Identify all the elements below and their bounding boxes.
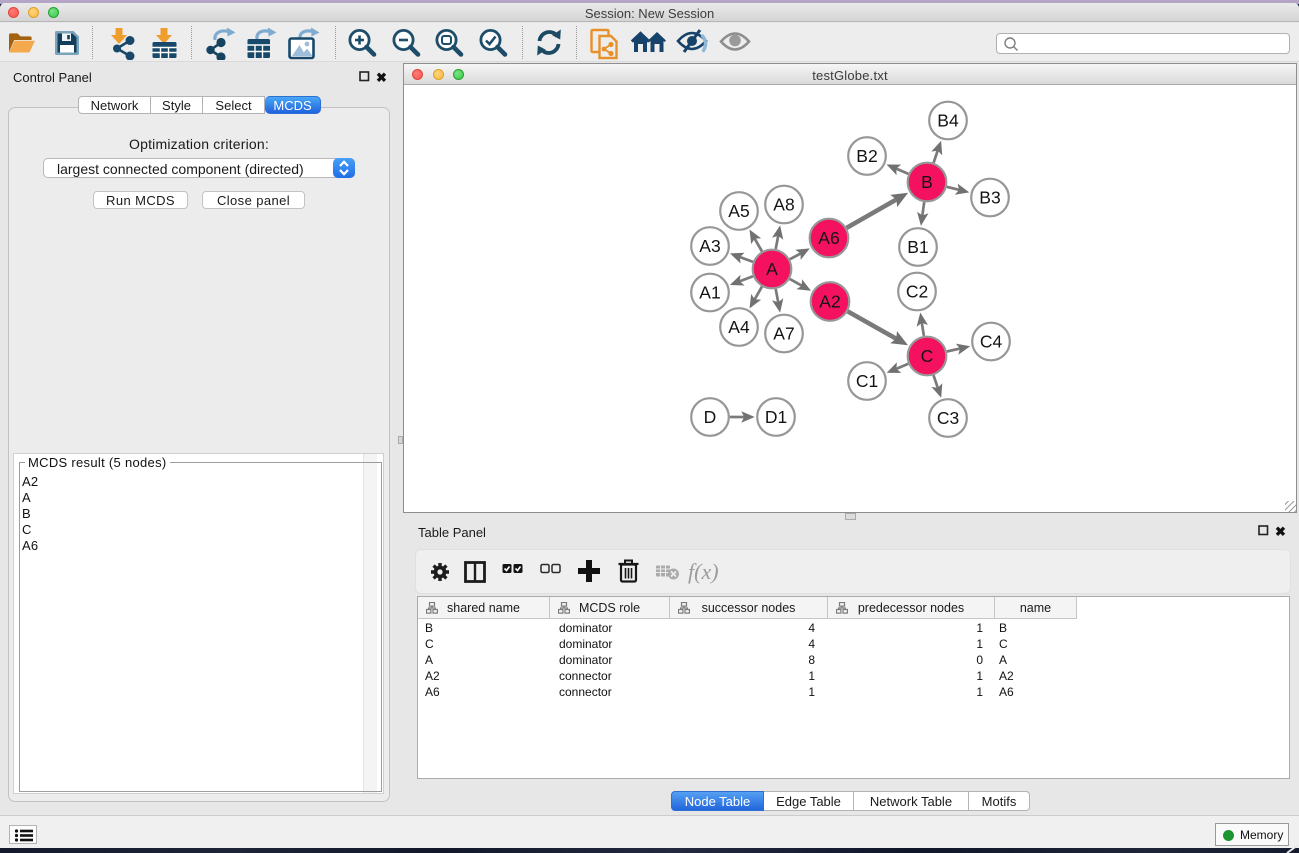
svg-text:A1: A1 — [699, 283, 720, 303]
svg-text:A7: A7 — [773, 324, 794, 344]
svg-text:A2: A2 — [819, 292, 840, 312]
svg-text:A4: A4 — [728, 317, 750, 337]
svg-text:A8: A8 — [773, 195, 794, 215]
svg-text:C1: C1 — [856, 371, 878, 391]
svg-text:A5: A5 — [728, 201, 749, 221]
svg-text:A6: A6 — [818, 228, 839, 248]
svg-text:A: A — [766, 259, 778, 279]
svg-text:D1: D1 — [765, 407, 787, 427]
svg-text:B4: B4 — [937, 111, 959, 131]
svg-text:A3: A3 — [699, 236, 720, 256]
svg-text:D: D — [704, 407, 717, 427]
svg-text:B2: B2 — [856, 146, 877, 166]
svg-text:B1: B1 — [907, 237, 928, 257]
svg-text:B: B — [921, 172, 933, 192]
svg-text:C2: C2 — [906, 282, 928, 302]
svg-text:B3: B3 — [979, 188, 1000, 208]
svg-text:C3: C3 — [937, 408, 959, 428]
svg-text:C4: C4 — [980, 332, 1003, 352]
svg-text:C: C — [921, 346, 934, 366]
